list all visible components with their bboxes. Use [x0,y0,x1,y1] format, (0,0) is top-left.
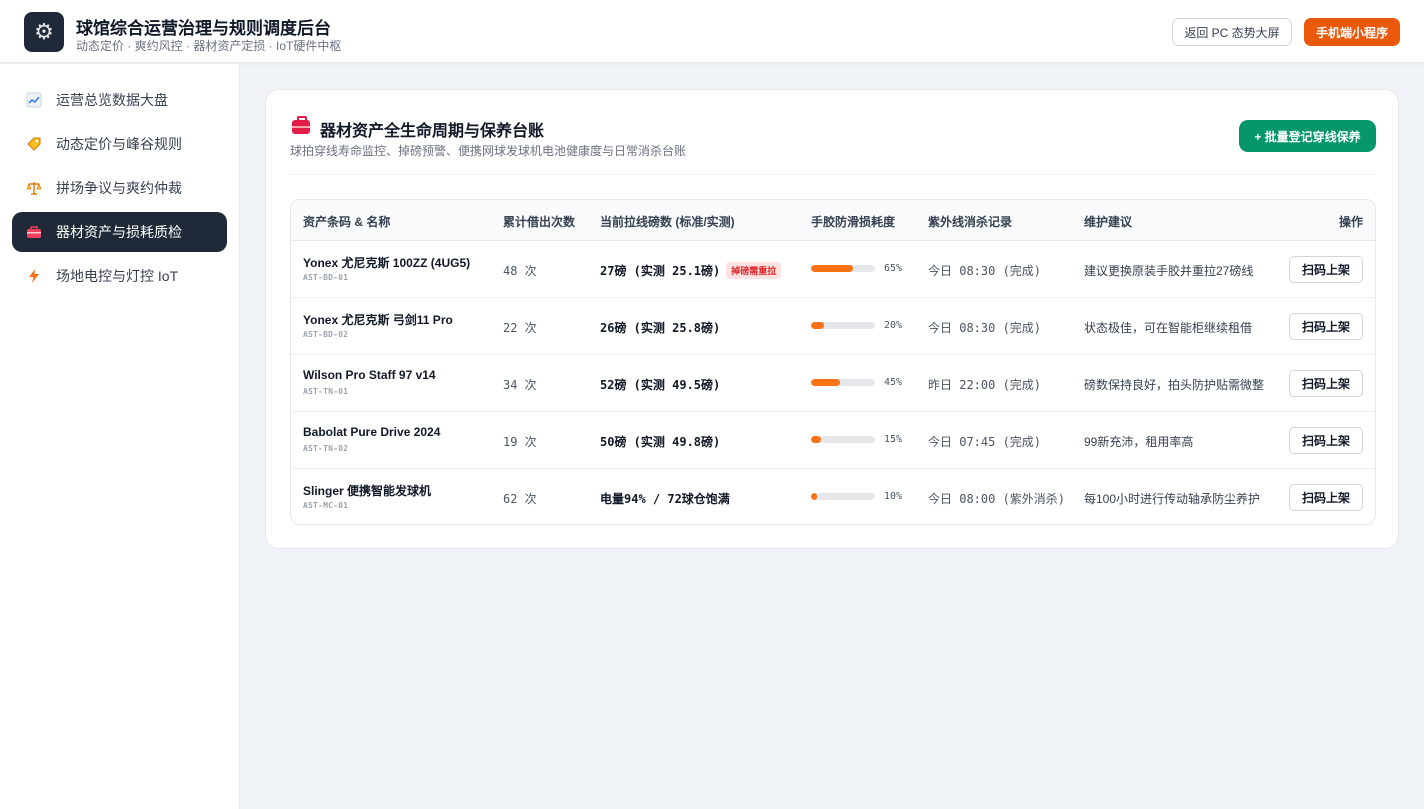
sidebar-item-label: 器材资产与损耗质检 [56,224,182,240]
chart-icon [26,92,42,108]
scan-shelve-button[interactable]: 扫码上架 [1289,427,1363,454]
price-tag-icon [26,136,42,152]
sidebar-item-assets[interactable]: 器材资产与损耗质检 [12,212,227,252]
sidebar-item-arbitration[interactable]: 拼场争议与爽约仲裁 [12,168,227,208]
uv-sterilize-record: 今日 08:00 (紫外消杀) [928,492,1066,506]
string-tension: 52磅 (实测 49.5磅) [600,376,720,393]
sidebar-item-iot[interactable]: 场地电控与灯控 IoT [12,256,227,296]
maintenance-advice: 建议更换原装手胶并重拉27磅线 [1084,264,1254,278]
asset-code: AST-BD-01 [303,273,349,282]
asset-code: AST-TN-01 [303,387,349,396]
toolbox-icon [292,116,310,134]
mobile-mini-program-button[interactable]: 手机端小程序 [1304,18,1400,46]
lightning-icon [26,268,42,284]
grip-wear-percent: 65% [884,263,903,274]
divider [290,174,1376,175]
tension-value: 26磅 (实测 25.8磅) [600,321,721,335]
column-header: 维护建议 [1084,215,1133,229]
table-header: 资产条码 & 名称 累计借出次数 当前拉线磅数 (标准/实测) 手胶防滑损耗度 … [291,200,1375,241]
sidebar-item-label: 场地电控与灯控 IoT [56,268,179,284]
uv-sterilize-record: 昨日 22:00 (完成) [928,378,1042,392]
table-row: Wilson Pro Staff 97 v14 AST-TN-01 34 次 5… [291,355,1375,412]
string-tension: 26磅 (实测 25.8磅) [600,319,720,336]
column-header: 资产条码 & 名称 [303,215,391,229]
scales-icon [26,180,42,196]
sidebar-item-pricing[interactable]: 动态定价与峰谷规则 [12,124,227,164]
sidebar-item-label: 动态定价与峰谷规则 [56,136,182,152]
column-header: 紫外线消杀记录 [928,215,1013,229]
asset-code: AST-BD-02 [303,330,349,339]
borrow-count: 62 次 [503,492,537,506]
asset-ledger-card: 器材资产全生命周期与保养台账 球拍穿线寿命监控、掉磅预警、便携网球发球机电池健康… [265,89,1399,549]
scan-shelve-button[interactable]: 扫码上架 [1289,256,1363,283]
toolbox-icon [26,224,42,240]
card-subtitle: 球拍穿线寿命监控、掉磅预警、便携网球发球机电池健康度与日常消杀台账 [290,144,687,158]
uv-sterilize-record: 今日 08:30 (完成) [928,264,1042,278]
string-tension: 27磅 (实测 25.1磅) 掉磅需重拉 [600,262,782,279]
string-tension: 50磅 (实测 49.8磅) [600,433,720,450]
scan-shelve-button[interactable]: 扫码上架 [1289,484,1363,511]
column-header: 当前拉线磅数 (标准/实测) [600,215,735,229]
asset-table: 资产条码 & 名称 累计借出次数 当前拉线磅数 (标准/实测) 手胶防滑损耗度 … [290,199,1376,525]
scan-shelve-button[interactable]: 扫码上架 [1289,313,1363,340]
column-header: 累计借出次数 [503,215,576,229]
table-row: Yonex 尤尼克斯 100ZZ (4UG5) AST-BD-01 48 次 2… [291,241,1375,298]
grip-wear-percent: 45% [884,377,903,388]
asset-name: Yonex 尤尼克斯 弓剑11 Pro [303,313,453,327]
column-header: 操作 [1339,215,1364,229]
string-tension: 电量94% / 72球仓饱满 [600,490,730,507]
tension-value: 27磅 (实测 25.1磅) [600,264,721,278]
back-to-pc-dashboard-button[interactable]: 返回 PC 态势大屏 [1172,18,1292,46]
app-subtitle: 动态定价 · 爽约风控 · 器材资产定损 · IoT硬件中枢 [76,39,342,53]
gear-icon: ⚙ [24,12,64,52]
uv-sterilize-record: 今日 08:30 (完成) [928,321,1042,335]
maintenance-advice: 每100小时进行传动轴承防尘养护 [1084,492,1261,506]
sidebar-item-label: 拼场争议与爽约仲裁 [56,180,182,196]
table-row: Babolat Pure Drive 2024 AST-TN-02 19 次 5… [291,412,1375,469]
scan-shelve-button[interactable]: 扫码上架 [1289,370,1363,397]
sidebar-item-label: 运营总览数据大盘 [56,92,168,108]
uv-sterilize-record: 今日 07:45 (完成) [928,435,1042,449]
maintenance-advice: 99新充沛，租用率高 [1084,435,1194,449]
sidebar-item-overview[interactable]: 运营总览数据大盘 [12,80,227,120]
table-row: Yonex 尤尼克斯 弓剑11 Pro AST-BD-02 22 次 26磅 (… [291,298,1375,355]
grip-wear-bar [811,436,875,443]
app-title: 球馆综合运营治理与规则调度后台 [76,19,331,38]
grip-wear-percent: 20% [884,320,903,331]
asset-name: Wilson Pro Staff 97 v14 [303,368,436,382]
table-row: Slinger 便携智能发球机 AST-MC-01 62 次 电量94% / 7… [291,469,1375,524]
borrow-count: 34 次 [503,378,537,392]
top-header: ⚙ 球馆综合运营治理与规则调度后台 动态定价 · 爽约风控 · 器材资产定损 ·… [0,0,1424,63]
tension-value: 52磅 (实测 49.5磅) [600,378,721,392]
maintenance-advice: 磅数保持良好，拍头防护贴需微整 [1084,378,1265,392]
batch-register-restring-button[interactable]: + 批量登记穿线保养 [1239,120,1376,152]
asset-name: Babolat Pure Drive 2024 [303,425,441,439]
asset-code: AST-TN-02 [303,444,349,453]
sidebar: 运营总览数据大盘 动态定价与峰谷规则 拼场争议与爽约仲裁 器材资产与损耗质检 场… [0,64,240,809]
maintenance-advice: 状态极佳，可在智能柜继续租借 [1084,321,1253,335]
grip-wear-bar [811,493,875,500]
borrow-count: 48 次 [503,264,537,278]
grip-wear-bar [811,379,875,386]
grip-wear-bar [811,265,875,272]
tension-drop-badge: 掉磅需重拉 [726,262,782,279]
grip-wear-bar [811,322,875,329]
grip-wear-percent: 10% [884,491,903,502]
borrow-count: 22 次 [503,321,537,335]
grip-wear-percent: 15% [884,434,903,445]
tension-value: 50磅 (实测 49.8磅) [600,435,721,449]
asset-name: Slinger 便携智能发球机 [303,484,432,498]
borrow-count: 19 次 [503,435,537,449]
asset-name: Yonex 尤尼克斯 100ZZ (4UG5) [303,256,471,270]
tension-value: 电量94% / 72球仓饱满 [600,492,730,506]
column-header: 手胶防滑损耗度 [811,215,896,229]
card-title: 器材资产全生命周期与保养台账 [320,123,545,140]
asset-code: AST-MC-01 [303,501,349,510]
